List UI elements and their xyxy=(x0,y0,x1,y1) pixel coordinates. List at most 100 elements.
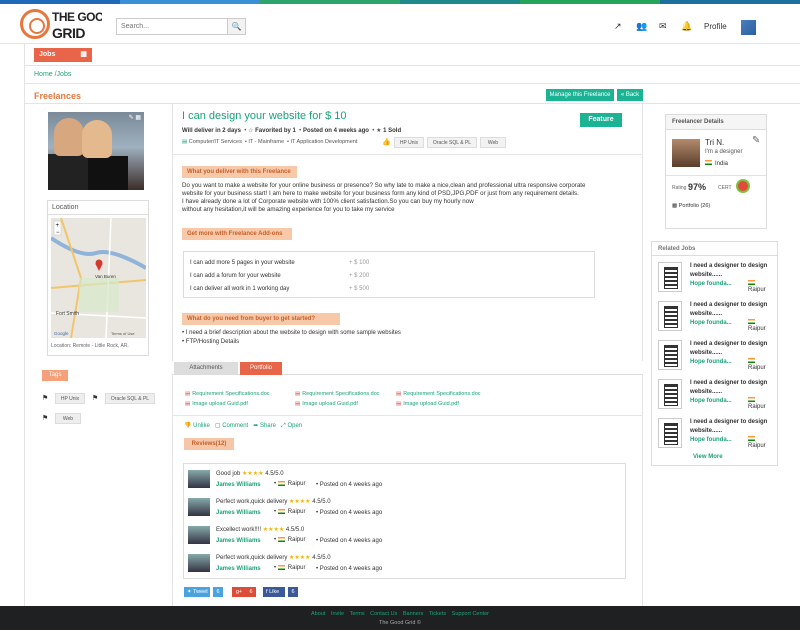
requirement-item: • I need a brief description about the w… xyxy=(182,330,401,336)
related-job-item[interactable]: I need a designer to design website.....… xyxy=(656,260,774,296)
google-plus-button[interactable]: g+ xyxy=(232,587,246,597)
tab-attachments[interactable]: Attachments xyxy=(174,362,238,375)
review-rating: 4.5/5.0 xyxy=(312,555,331,561)
location-panel: Location Van Buren Fort Smith Google Ter… xyxy=(47,200,149,356)
tab-portfolio[interactable]: Portfolio xyxy=(240,362,282,375)
related-job-item[interactable]: I need a designer to design website.....… xyxy=(656,299,774,335)
addon-label: I can add a forum for your website xyxy=(190,273,281,279)
file-link[interactable]: ▤ Image upload Guid.pdf xyxy=(185,401,248,407)
skill-pill[interactable]: HP Unix xyxy=(394,137,424,148)
tag-pill[interactable]: Web xyxy=(55,413,81,424)
footer-link-support[interactable]: Support Center xyxy=(452,611,489,617)
gplus-count: 6 xyxy=(246,587,256,597)
bell-icon[interactable]: 🔔 xyxy=(681,21,692,32)
reviewer-name[interactable]: James Williams xyxy=(216,510,261,516)
footer-link-banners[interactable]: Banners xyxy=(403,611,424,617)
edit-photo-icon[interactable]: ✎ ▦ xyxy=(129,114,141,121)
file-link[interactable]: ▤ Image upload Guid.pdf xyxy=(396,401,459,407)
description-line: website for your business start! I am he… xyxy=(182,190,579,197)
tab-bar: Attachments Portfolio xyxy=(172,361,643,375)
footer-link-tickets[interactable]: Tickets xyxy=(429,611,446,617)
reviews-list: Good job ★★★★ 4.5/5.0 James Williams • R… xyxy=(183,463,626,579)
freelancer-name[interactable]: Tri N. xyxy=(705,138,724,147)
comment-action[interactable]: ▢ Comment xyxy=(215,423,248,429)
review-text: Good job xyxy=(216,471,241,477)
reviews-header[interactable]: Reviews(12) xyxy=(184,438,234,450)
city-name: Raipur xyxy=(287,509,306,516)
users-icon[interactable]: 👥 xyxy=(636,21,647,32)
category-item[interactable]: IT - Mainframe xyxy=(248,139,284,145)
manage-freelance-button[interactable]: Manage this Freelance xyxy=(546,89,614,101)
deliver-section-header: What you deliver with this Freelance xyxy=(182,166,297,178)
envelope-icon[interactable]: ✉ xyxy=(659,21,667,32)
search-button[interactable]: 🔍 xyxy=(227,19,245,34)
india-flag-icon xyxy=(705,160,712,165)
edit-icon[interactable]: ✎ xyxy=(752,135,760,146)
footer-links: About Invite Terms Contact Us Banners Ti… xyxy=(0,611,800,617)
country-name: India xyxy=(715,161,729,167)
location-title: Location xyxy=(48,201,148,215)
pdf-icon: ▤ xyxy=(295,401,301,407)
related-job-item[interactable]: I need a designer to design website.....… xyxy=(656,377,774,413)
addon-price: + $ 100 xyxy=(349,260,370,266)
file-link[interactable]: ▤ Requirement Specifications.doc xyxy=(185,391,270,397)
related-job-company: Hope founda... xyxy=(690,320,732,326)
external-link-icon[interactable]: ↗ xyxy=(614,21,622,32)
category-item[interactable]: Computer/IT Services xyxy=(189,139,242,145)
skill-pill[interactable]: Oracle SQL & PL xyxy=(427,137,477,148)
reviewer-name[interactable]: James Williams xyxy=(216,482,261,488)
tweet-label: Tweet xyxy=(193,589,208,595)
back-button[interactable]: « Back xyxy=(617,89,643,101)
related-jobs-panel: Related Jobs I need a designer to design… xyxy=(651,241,778,466)
search-input[interactable] xyxy=(117,19,227,34)
reviewer-city: • Raipur xyxy=(274,481,306,488)
footer-link-terms[interactable]: Terms xyxy=(350,611,365,617)
skill-pill[interactable]: Web xyxy=(480,137,506,148)
addon-price: + $ 200 xyxy=(349,273,370,279)
freelancer-avatar[interactable] xyxy=(672,139,700,167)
related-job-company: Hope founda... xyxy=(690,437,732,443)
reviewer-name[interactable]: James Williams xyxy=(216,566,261,572)
building-icon xyxy=(658,418,682,448)
related-job-city: Raipur xyxy=(748,436,774,449)
star-icon: ★ xyxy=(376,128,382,134)
reviewer-avatar xyxy=(188,526,210,544)
tweet-button[interactable]: ✦ Tweet xyxy=(184,587,210,597)
tag-pill[interactable]: Oracle SQL & PL xyxy=(105,393,155,404)
city-name: Raipur xyxy=(287,481,306,488)
feature-badge[interactable]: Feature xyxy=(580,113,622,127)
view-more-link[interactable]: View More xyxy=(693,454,723,460)
facebook-like-button[interactable]: f Like xyxy=(263,587,285,597)
breadcrumb[interactable]: Home /Jobs xyxy=(34,71,71,78)
avatar[interactable] xyxy=(741,20,756,35)
category-item[interactable]: IT Application Development xyxy=(291,139,358,145)
portfolio-link[interactable]: ▩ Portfolio (26) xyxy=(672,203,710,209)
footer-link-contact[interactable]: Contact Us xyxy=(370,611,397,617)
location-map[interactable]: Van Buren Fort Smith Google Terms of Use… xyxy=(51,218,146,338)
addon-label: I can add more 5 pages in your website xyxy=(190,260,295,266)
gig-description: Do you want to make a website for your o… xyxy=(182,182,622,214)
jobs-tab[interactable]: Jobs ▦ xyxy=(34,48,92,62)
footer-link-about[interactable]: About xyxy=(311,611,325,617)
facebook-icon: f xyxy=(266,589,268,595)
review-rating: 4.5/5.0 xyxy=(265,471,284,477)
unlike-action[interactable]: 👎 Unlike xyxy=(184,423,210,429)
logo-text[interactable]: THE GOOD GRID xyxy=(52,9,113,43)
file-link[interactable]: ▤ Requirement Specifications.doc xyxy=(295,391,380,397)
footer-link-invite[interactable]: Invite xyxy=(331,611,344,617)
city-name: Raipur xyxy=(748,365,766,371)
addons-table: I can add more 5 pages in your website +… xyxy=(183,251,595,298)
related-job-item[interactable]: I need a designer to design website.....… xyxy=(656,416,774,452)
logo-icon[interactable] xyxy=(20,9,50,39)
tag-pill[interactable]: HP Unix xyxy=(55,393,85,404)
open-action[interactable]: ⤢ Open xyxy=(281,423,302,429)
related-job-item[interactable]: I need a designer to design website.....… xyxy=(656,338,774,374)
share-action[interactable]: ➦ Share xyxy=(253,423,276,429)
file-link[interactable]: ▤ Image upload Guid.pdf xyxy=(295,401,358,407)
jobs-tab-label: Jobs xyxy=(39,51,56,58)
file-link[interactable]: ▤ Requirement Specifications.doc xyxy=(396,391,481,397)
tag-icon: ⚑ xyxy=(92,395,99,402)
action-bar: 👎 Unlike ▢ Comment ➦ Share ⤢ Open xyxy=(184,422,302,430)
profile-link[interactable]: Profile xyxy=(704,22,727,31)
reviewer-name[interactable]: James Williams xyxy=(216,538,261,544)
